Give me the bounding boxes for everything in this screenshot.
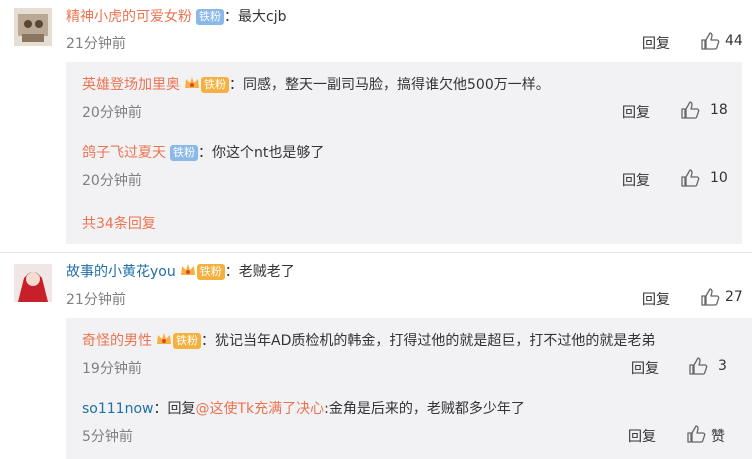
reply-header: so111now：回复@这使Tk充满了决心:金角是后来的，老贼都多少年了 [82,398,525,418]
reply-header: 鸽子飞过夏天 铁粉 ：你这个nt也是够了 [82,142,324,162]
divider [0,252,752,253]
comment-time: 21分钟前 [66,292,126,308]
reply-button[interactable]: 回复 [622,170,650,190]
avatar[interactable] [14,8,52,46]
username-link[interactable]: 故事的小黄花you [66,264,176,280]
like-count: 27 [725,289,743,305]
reply-text: ：同感，整天一副司马脸，搞得谁欠他500万一样。 [229,77,550,93]
reply-text: ：你这个nt也是够了 [198,145,325,161]
thumbs-up-icon[interactable] [700,31,720,55]
avatar-image [14,8,52,46]
reply-header: 英雄登场加里奥 铁粉 ：同感，整天一副司马脸，搞得谁欠他500万一样。 [82,74,550,94]
username-link[interactable]: 奇怪的男性 [82,333,152,349]
comment-text: ：最大cjb [224,9,287,25]
fan-badge: 铁粉 [173,332,201,349]
username-link[interactable]: so111now [82,401,153,417]
like-label: 赞 [711,429,725,445]
reply-time: 20分钟前 [82,173,142,189]
reply-text: ：犹记当年AD质检机的韩金，打得过他的就是超巨，打不过他的就是老弟 [201,333,656,349]
reply-header: 奇怪的男性 铁粉 ：犹记当年AD质检机的韩金，打得过他的就是超巨，打不过他的就是老弟 [82,330,655,350]
reply-button[interactable]: 回复 [622,102,650,122]
comment-header: 精神小虎的可爱女粉 铁粉 ：最大cjb [66,6,286,26]
reply-button[interactable]: 回复 [642,33,670,53]
reply-prefix: ：回复 [153,401,196,417]
avatar-image [14,264,52,302]
reply-button[interactable]: 回复 [631,358,659,378]
fan-badge: 铁粉 [196,263,225,280]
comment-text: ：老贼老了 [224,264,295,280]
crown-icon [156,331,172,351]
mention-link[interactable]: @这使Tk充满了决心 [195,401,324,417]
username-link[interactable]: 鸽子飞过夏天 [82,145,166,161]
thumbs-up-icon[interactable] [688,356,708,380]
thumbs-up-icon[interactable] [680,100,700,124]
username-link[interactable]: 精神小虎的可爱女粉 [66,9,192,25]
like-count: 3 [718,358,727,374]
comment-header: 故事的小黄花you 铁粉 ：老贼老了 [66,261,295,281]
like-count: 10 [710,170,728,186]
more-replies-link[interactable]: 共34条回复 [82,213,156,233]
reply-time: 20分钟前 [82,105,142,121]
avatar[interactable] [14,264,52,302]
reply-text: :金角是后来的，老贼都多少年了 [324,401,525,417]
thumbs-up-icon[interactable] [680,168,700,192]
crown-icon [184,75,200,95]
fan-badge: 铁粉 [170,144,198,161]
reply-time: 5分钟前 [82,429,133,445]
thumbs-up-icon[interactable] [686,424,706,448]
reply-time: 19分钟前 [82,361,142,377]
thumbs-up-icon[interactable] [700,287,720,311]
username-link[interactable]: 英雄登场加里奥 [82,77,180,93]
crown-icon [180,262,196,282]
reply-button[interactable]: 回复 [628,426,656,446]
fan-badge: 铁粉 [201,76,229,93]
reply-button[interactable]: 回复 [642,289,670,309]
like-count: 44 [725,33,743,49]
like-count: 18 [710,102,728,118]
comment-time: 21分钟前 [66,36,126,52]
fan-badge: 铁粉 [196,8,224,25]
